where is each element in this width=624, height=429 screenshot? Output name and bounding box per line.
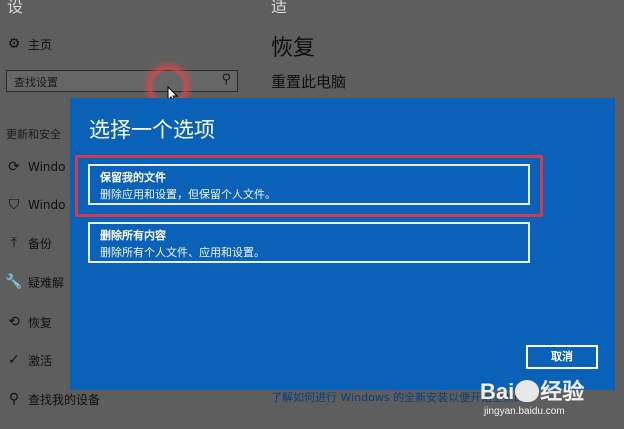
recovery-icon: ⟲: [8, 314, 20, 330]
option-title: 删除所有内容: [100, 229, 166, 242]
sidebar-item-windows-update[interactable]: ⟳ Windo: [0, 154, 66, 180]
page-title: 恢复: [271, 36, 316, 61]
paw-icon: [515, 380, 540, 402]
backup-icon: ⤒: [10, 235, 18, 251]
sidebar-item-windows-security[interactable]: ⛉ Windo: [0, 192, 66, 218]
shield-icon: ⛉: [8, 197, 20, 213]
sidebar-item-label: 恢复: [28, 315, 53, 330]
sidebar-item-label: 备份: [28, 236, 53, 251]
watermark-logo: Bai 经验: [480, 379, 585, 404]
search-input[interactable]: 查找设置 ⚲: [6, 70, 238, 92]
sidebar-item-backup[interactable]: ⤒ 备份: [0, 230, 52, 256]
sidebar-item-label: 查找我的设备: [28, 392, 101, 407]
remove-everything-option[interactable]: 删除所有内容 删除所有个人文件、应用和设置。: [88, 222, 530, 263]
gear-icon: ⚙: [7, 36, 21, 52]
sidebar-item-troubleshoot[interactable]: 🔧 疑难解: [0, 269, 64, 295]
sync-icon: ⟳: [8, 159, 20, 175]
sidebar-item-label: 激活: [28, 353, 53, 368]
check-circle-icon: ✓: [8, 352, 20, 368]
watermark-url: jingyan.baidu.com: [484, 406, 565, 417]
wrench-icon: 🔧: [5, 274, 23, 290]
search-icon: ⚲: [221, 72, 231, 87]
section-header: 更新和安全: [6, 128, 61, 141]
sidebar-item-label: 疑难解: [28, 275, 65, 290]
sidebar-item-label: Windo: [28, 160, 66, 174]
window-top-strip: 设 适: [0, 0, 624, 16]
section-title: 重置此电脑: [271, 73, 347, 91]
option-description: 删除所有个人文件、应用和设置。: [100, 246, 265, 259]
baidu-jingyan-watermark: Bai 经验 jingyan.baidu.com: [478, 374, 618, 424]
sidebar-item-label: Windo: [28, 198, 66, 212]
top-fragment: 设: [7, 0, 24, 16]
sidebar-item-activation[interactable]: ✓ 激活: [0, 347, 52, 373]
reset-options-dialog: 选择一个选项 保留我的文件 删除应用和设置，但保留个人文件。 删除所有内容 删除…: [70, 98, 615, 390]
sidebar-item-recovery[interactable]: ⟲ 恢复: [0, 309, 52, 335]
sidebar-item-home[interactable]: ⚙ 主页: [0, 31, 52, 57]
search-placeholder: 查找设置: [14, 76, 58, 89]
sidebar-item-label: 主页: [28, 37, 53, 52]
cancel-button[interactable]: 取消: [526, 345, 598, 369]
top-fragment: 适: [271, 0, 288, 16]
locate-icon: ⚲: [8, 391, 20, 407]
dialog-title: 选择一个选项: [89, 118, 215, 142]
annotation-highlight-frame: [75, 155, 543, 217]
